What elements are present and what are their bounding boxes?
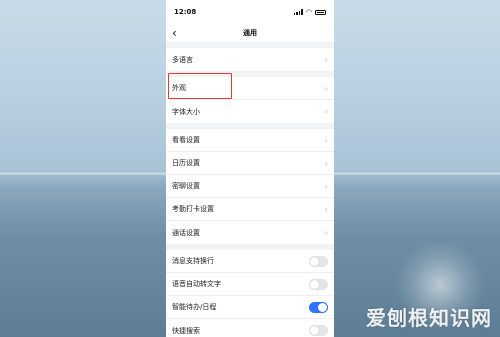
- chevron-right-icon: ›: [324, 83, 328, 93]
- chevron-right-icon: ›: [324, 181, 328, 191]
- settings-row-font-size[interactable]: 字体大小 ›: [166, 100, 334, 123]
- toggle-switch[interactable]: [309, 278, 328, 290]
- row-label: 日历设置: [172, 159, 200, 167]
- status-icons: ◠: [293, 8, 326, 16]
- settings-group-features: 看看设置 › 日历设置 › 密聊设置 › 考勤打卡设置 › 通话设置 ›: [166, 129, 334, 244]
- row-label: 快捷搜索: [172, 326, 200, 335]
- settings-row-message-line-break: 消息支持换行: [166, 250, 334, 273]
- row-label: 密聊设置: [172, 182, 200, 190]
- settings-row-calendar[interactable]: 日历设置 ›: [166, 152, 334, 175]
- nav-bar: ‹ 通用: [166, 24, 334, 42]
- settings-row-call[interactable]: 通话设置 ›: [166, 221, 334, 244]
- row-label: 考勤打卡设置: [172, 205, 214, 213]
- row-label: 智能待办/日程: [172, 303, 217, 311]
- signal-icon: [293, 9, 303, 15]
- row-label: 看看设置: [172, 136, 200, 144]
- row-label: 通话设置: [172, 228, 200, 237]
- settings-group-toggles: 消息支持换行 语音自动转文字 智能待办/日程 快捷搜索: [166, 250, 334, 337]
- page-title: 通用: [243, 29, 257, 37]
- chevron-left-icon[interactable]: ‹: [172, 25, 177, 41]
- row-label: 多语言: [172, 55, 193, 64]
- toggle-switch[interactable]: [309, 255, 328, 267]
- row-label: 语音自动转文字: [172, 280, 221, 288]
- chevron-right-icon: ›: [324, 107, 328, 116]
- settings-row-secret-chat[interactable]: 密聊设置 ›: [166, 175, 334, 198]
- chevron-right-icon: ›: [324, 228, 328, 237]
- wifi-icon: ◠: [305, 8, 312, 16]
- settings-row-attendance[interactable]: 考勤打卡设置 ›: [166, 198, 334, 221]
- chevron-right-icon: ›: [324, 135, 328, 145]
- toggle-switch[interactable]: [309, 325, 328, 336]
- status-bar: 12:08 ◠: [166, 0, 334, 24]
- status-time: 12:08: [174, 8, 197, 16]
- settings-row-quick-search: 快捷搜索: [166, 319, 334, 337]
- chevron-right-icon: ›: [324, 158, 328, 168]
- highlight-box: [168, 73, 232, 99]
- row-label: 消息支持换行: [172, 257, 214, 265]
- settings-row-language[interactable]: 多语言 ›: [166, 48, 334, 71]
- chevron-right-icon: ›: [324, 204, 328, 214]
- settings-row-kankan[interactable]: 看看设置 ›: [166, 129, 334, 152]
- settings-row-smart-todo: 智能待办/日程: [166, 296, 334, 319]
- phone-screen: 12:08 ◠ ‹ 通用 多语言 › 外观 › 字体大小 › 看看设置 › 日历…: [166, 0, 334, 337]
- battery-icon: [315, 9, 326, 15]
- site-watermark: 爱刨根知识网: [366, 306, 492, 330]
- toggle-switch[interactable]: [309, 301, 328, 313]
- settings-group-language: 多语言 ›: [166, 48, 334, 71]
- row-label: 字体大小: [172, 107, 200, 116]
- chevron-right-icon: ›: [324, 55, 328, 64]
- settings-row-voice-to-text: 语音自动转文字: [166, 273, 334, 296]
